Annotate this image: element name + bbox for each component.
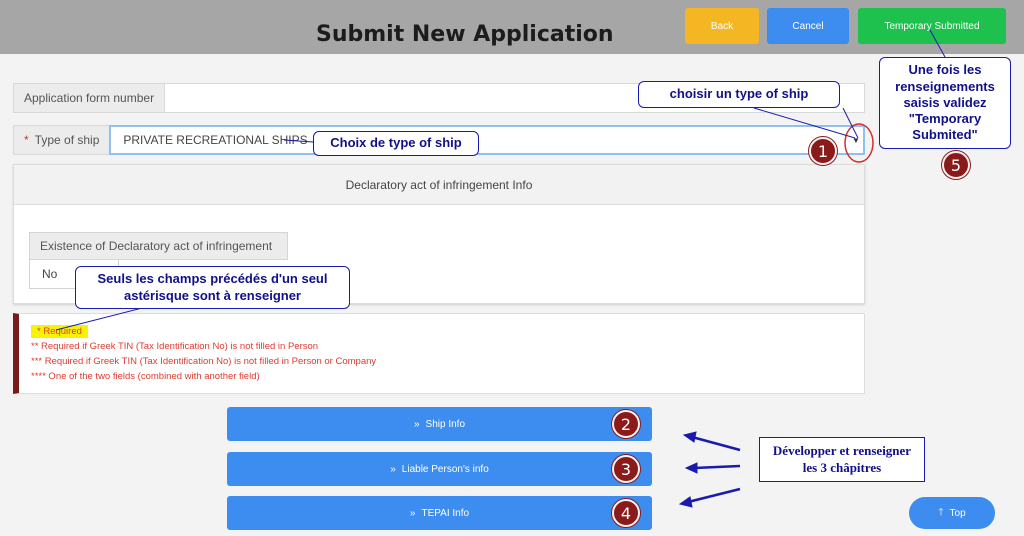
annotation-submit-note: Une fois les renseignements saisis valid…: [879, 57, 1011, 149]
annotation-choose-type: choisir un type of ship: [638, 81, 840, 108]
step-marker-4: 4: [612, 499, 640, 527]
annotation-asterisk-note: Seuls les champs précédés d'un seul asté…: [75, 266, 350, 309]
annotation-choice-label: Choix de type of ship: [313, 131, 479, 156]
step-marker-2: 2: [612, 410, 640, 438]
step-marker-3: 3: [612, 455, 640, 483]
step-marker-1: 1: [809, 137, 837, 165]
annotation-develop-note: Développer et renseigner les 3 châpitres: [759, 437, 925, 482]
step-marker-5: 5: [942, 151, 970, 179]
